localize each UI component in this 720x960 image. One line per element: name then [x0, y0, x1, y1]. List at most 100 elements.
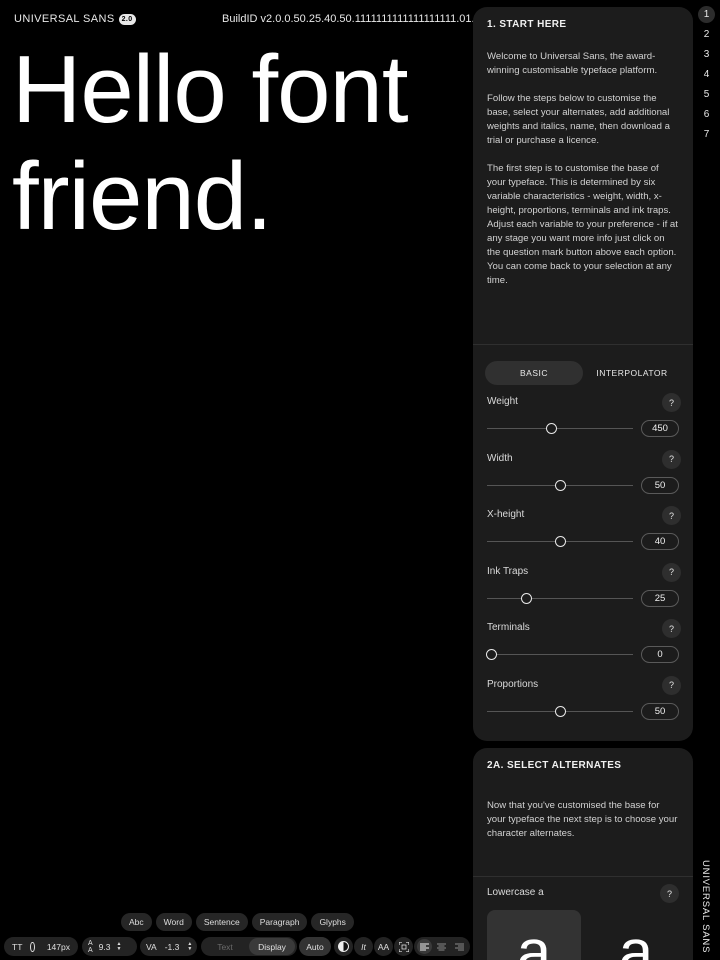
- control-label: X-height: [487, 509, 525, 521]
- line-height-icon: AA: [88, 939, 93, 954]
- italic-button[interactable]: It: [354, 937, 373, 956]
- text-mode-paragraph[interactable]: Paragraph: [251, 913, 308, 931]
- step-nav-item-1[interactable]: 1: [698, 6, 715, 23]
- slider-thumb[interactable]: [554, 479, 566, 491]
- step-2a-panel: 2A. SELECT ALTERNATES Now that you've cu…: [473, 748, 693, 960]
- step-nav-item-4[interactable]: 4: [698, 66, 715, 83]
- step-nav-item-3[interactable]: 3: [698, 46, 715, 63]
- control-width: Width? 50: [487, 449, 681, 507]
- tab-basic[interactable]: BASIC: [485, 361, 583, 385]
- step-nav-item-7[interactable]: 7: [698, 126, 715, 143]
- divider: [473, 344, 693, 345]
- step-nav-item-2[interactable]: 2: [698, 26, 715, 43]
- help-button[interactable]: ?: [662, 619, 681, 639]
- step-nav-item-5[interactable]: 5: [698, 86, 715, 103]
- text-mode-selector: Abc Word Sentence Paragraph Glyphs: [121, 913, 354, 931]
- alternate-option-1[interactable]: a: [487, 910, 581, 960]
- slider-track[interactable]: [487, 654, 633, 656]
- alternate-option-2[interactable]: a: [589, 910, 683, 960]
- auto-button[interactable]: Auto: [299, 937, 331, 956]
- text-mode-sentence[interactable]: Sentence: [195, 913, 248, 931]
- brand[interactable]: UNIVERSAL SANS 2.0: [14, 13, 136, 25]
- alternate-label: Lowercase a: [487, 887, 544, 898]
- help-button[interactable]: ?: [660, 884, 679, 903]
- help-button[interactable]: ?: [662, 449, 681, 469]
- help-button[interactable]: ?: [662, 562, 681, 582]
- text-mode-word[interactable]: Word: [155, 913, 192, 931]
- tab-interpolator[interactable]: INTERPOLATOR: [583, 361, 681, 385]
- font-size-value[interactable]: 147px: [47, 942, 70, 952]
- tracking-label: VA: [146, 941, 157, 952]
- align-right-button[interactable]: [452, 943, 467, 951]
- control-value-input[interactable]: 40: [641, 533, 679, 551]
- slider-thumb[interactable]: [554, 705, 566, 717]
- control-label: Width: [487, 452, 513, 464]
- control-proportions: Proportions? 50: [487, 675, 681, 733]
- control-label: Terminals: [487, 622, 530, 634]
- align-center-icon: [437, 943, 447, 950]
- intro-paragraph: Follow the steps below to customise the …: [487, 93, 670, 146]
- display-mode-button[interactable]: Display: [249, 938, 295, 955]
- brand-name: UNIVERSAL SANS: [14, 13, 115, 25]
- control-label: Weight: [487, 396, 518, 407]
- slider-thumb[interactable]: [554, 536, 566, 548]
- help-button[interactable]: ?: [662, 506, 681, 526]
- slider-thumb[interactable]: [545, 423, 557, 434]
- alignment-control: [414, 937, 470, 956]
- step-2a-title: 2A. SELECT ALTERNATES: [487, 760, 622, 771]
- intro-paragraph: The first step is to customise the base …: [487, 163, 678, 286]
- contrast-icon: [338, 941, 349, 952]
- line-height-control: AA 9.3 ▲ ▼: [82, 937, 137, 956]
- control-value-input[interactable]: 25: [641, 589, 679, 607]
- control-ink-traps: Ink Traps? 25: [487, 562, 681, 620]
- control-value-input[interactable]: 50: [641, 476, 679, 494]
- step-nav-item-6[interactable]: 6: [698, 106, 715, 123]
- fullscreen-button[interactable]: [394, 937, 413, 956]
- invert-colors-button[interactable]: [334, 937, 353, 956]
- case-toggle[interactable]: TT: [12, 942, 22, 952]
- alternate-options: a a: [487, 910, 683, 960]
- intro-paragraph: Welcome to Universal Sans, the award-win…: [487, 51, 658, 76]
- stepper-chevrons-icon[interactable]: ▲ ▼: [117, 941, 122, 952]
- help-button[interactable]: ?: [662, 675, 681, 695]
- text-mode-button[interactable]: Text: [201, 942, 249, 952]
- help-button[interactable]: ?: [662, 393, 681, 412]
- circle-icon[interactable]: [30, 941, 35, 952]
- control-value-input[interactable]: 50: [641, 702, 679, 720]
- step-1-title: 1. START HERE: [487, 19, 567, 30]
- control-label: Ink Traps: [487, 565, 529, 577]
- intro-paragraph: Now that you've customised the base for …: [487, 800, 678, 839]
- stepper-chevrons-icon[interactable]: ▲ ▼: [187, 941, 192, 952]
- align-right-icon: [454, 943, 464, 950]
- antialias-button[interactable]: AA: [374, 937, 393, 956]
- text-display-toggle: Text Display: [201, 937, 297, 956]
- slider-thumb[interactable]: [485, 649, 497, 661]
- slider-track[interactable]: [487, 597, 633, 599]
- version-badge: 2.0: [118, 13, 136, 25]
- line-height-value[interactable]: 9.3: [99, 942, 111, 952]
- control-value-input[interactable]: 0: [641, 646, 679, 664]
- step-1-intro: Welcome to Universal Sans, the award-win…: [473, 30, 693, 288]
- step-1-panel: 1. START HERE Welcome to Universal Sans,…: [473, 7, 693, 741]
- base-mode-tabs: BASIC INTERPOLATOR: [485, 361, 681, 385]
- build-id: BuildID v2.0.0.50.25.40.50.1111111111111…: [222, 13, 509, 25]
- side-brand: UNIVERSAL SANS: [700, 860, 711, 954]
- alternate-glyph: a: [516, 918, 552, 960]
- step-2a-intro: Now that you've customised the base for …: [473, 771, 693, 841]
- text-mode-glyphs[interactable]: Glyphs: [311, 913, 354, 931]
- alternate-glyph: a: [618, 918, 654, 960]
- align-center-button[interactable]: [434, 943, 449, 951]
- divider: [473, 876, 693, 877]
- step-nav: 1 2 3 4 5 6 7: [698, 6, 716, 146]
- control-weight: Weight? 450: [487, 393, 681, 450]
- text-mode-abc[interactable]: Abc: [121, 913, 152, 931]
- slider-thumb[interactable]: [520, 592, 532, 604]
- align-left-icon: [420, 943, 430, 950]
- align-left-button[interactable]: [417, 939, 433, 954]
- slider-track[interactable]: [487, 428, 633, 429]
- fullscreen-icon: [398, 941, 409, 952]
- tracking-value[interactable]: -1.3: [165, 942, 180, 952]
- preview-text[interactable]: Hello font friend.: [12, 36, 462, 250]
- control-terminals: Terminals? 0: [485, 619, 681, 676]
- control-value-input[interactable]: 450: [641, 420, 679, 437]
